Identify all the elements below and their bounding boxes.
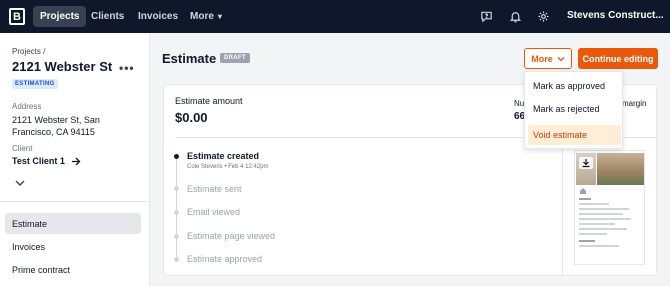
timeline-item-meta: Cole Stevens • Feb 4 12:42pm xyxy=(187,164,269,170)
page-title: Estimate xyxy=(162,51,217,66)
gear-icon[interactable] xyxy=(537,10,550,23)
estimate-preview-thumbnail[interactable] xyxy=(574,150,645,265)
preview-text-line xyxy=(579,198,591,200)
preview-text-line xyxy=(579,240,595,242)
nav-clients[interactable]: Clients xyxy=(84,6,131,27)
download-icon[interactable] xyxy=(579,157,593,169)
sidebar-item-prime-contract[interactable]: Prime contract xyxy=(5,259,141,280)
nav-projects[interactable]: Projects xyxy=(33,6,87,27)
bell-icon[interactable] xyxy=(509,10,522,23)
arrow-right-icon xyxy=(71,157,81,165)
project-title: 2121 Webster St xyxy=(12,59,113,74)
preview-text-line xyxy=(579,223,615,225)
nav-invoices[interactable]: Invoices xyxy=(131,6,185,27)
preview-text-line xyxy=(579,218,631,220)
sidebar-divider xyxy=(0,201,149,202)
chat-help-icon[interactable] xyxy=(480,10,493,23)
nav-more[interactable]: More ▾ xyxy=(183,6,229,27)
more-button-label: More xyxy=(531,53,553,64)
estimate-amount-label: Estimate amount xyxy=(175,96,243,106)
timeline-line xyxy=(176,158,177,260)
margin-label: margin xyxy=(622,99,647,108)
sidebar-item-estimate[interactable]: Estimate xyxy=(5,213,141,234)
preview-house-image xyxy=(597,153,644,185)
timeline-dot-sent xyxy=(174,186,179,191)
client-name: Test Client 1 xyxy=(12,156,65,166)
preview-text-line xyxy=(579,245,619,247)
timeline-item-created: Estimate created xyxy=(187,151,260,161)
sidebar-item-invoices[interactable]: Invoices xyxy=(5,236,141,257)
sidebar-item-label: Invoices xyxy=(12,241,46,252)
nav-invoices-label: Invoices xyxy=(138,11,179,22)
sidebar-item-label: Prime contract xyxy=(12,264,71,275)
more-options-icon[interactable]: ••• xyxy=(119,61,135,75)
company-switcher[interactable]: Stevens Construct... xyxy=(567,10,664,21)
timeline-item-email-viewed: Email viewed xyxy=(187,207,241,217)
address-line2: Francisco, CA 94115 xyxy=(12,127,95,137)
timeline-item-sent: Estimate sent xyxy=(187,184,242,194)
preview-divider xyxy=(562,138,563,276)
address-label: Address xyxy=(12,102,42,111)
menu-item-mark-rejected[interactable]: Mark as rejected xyxy=(528,99,621,119)
preview-text-line xyxy=(579,213,623,215)
menu-item-mark-approved[interactable]: Mark as approved xyxy=(528,76,621,96)
preview-text-line xyxy=(579,228,627,230)
breadcrumb[interactable]: Projects / xyxy=(12,47,45,56)
more-button[interactable]: More xyxy=(524,48,572,69)
draft-badge: DRAFT xyxy=(220,53,250,63)
nav-clients-label: Clients xyxy=(91,11,125,22)
client-label: Client xyxy=(12,144,33,153)
address-line1: 2121 Webster St, San xyxy=(12,115,100,125)
timeline-dot-approved xyxy=(174,257,179,262)
nav-more-label: More xyxy=(190,11,214,22)
partial-column-label: Nu xyxy=(514,99,525,108)
timeline-item-approved: Estimate approved xyxy=(187,254,263,264)
timeline-dot-created xyxy=(174,154,179,159)
house-logo-icon xyxy=(580,188,586,194)
preview-text-line xyxy=(579,233,607,235)
timeline-dot-email-viewed xyxy=(174,210,179,215)
client-link[interactable]: Test Client 1 xyxy=(12,156,81,166)
continue-editing-button[interactable]: Continue editing xyxy=(578,48,658,69)
chevron-down-icon xyxy=(557,56,565,61)
chevron-down-icon[interactable] xyxy=(14,178,26,188)
nav-projects-label: Projects xyxy=(40,11,80,22)
estimate-amount-value: $0.00 xyxy=(175,110,208,125)
app-logo[interactable]: B xyxy=(9,8,25,25)
sidebar-item-label: Estimate xyxy=(12,218,48,229)
chevron-down-icon: ▾ xyxy=(217,12,222,21)
preview-text-line xyxy=(579,208,629,210)
timeline-item-page-viewed: Estimate page viewed xyxy=(187,231,276,241)
more-dropdown-menu: Mark as approved Mark as rejected Void e… xyxy=(524,71,623,149)
status-badge: ESTIMATING xyxy=(12,79,58,89)
project-sidebar: Projects / 2121 Webster St ••• ESTIMATIN… xyxy=(0,33,150,286)
preview-text-line xyxy=(579,203,609,205)
menu-item-void-estimate[interactable]: Void estimate xyxy=(528,125,621,145)
top-navigation-bar: B Projects Clients Invoices More ▾ Steven… xyxy=(0,0,670,33)
timeline-dot-page-viewed xyxy=(174,234,179,239)
